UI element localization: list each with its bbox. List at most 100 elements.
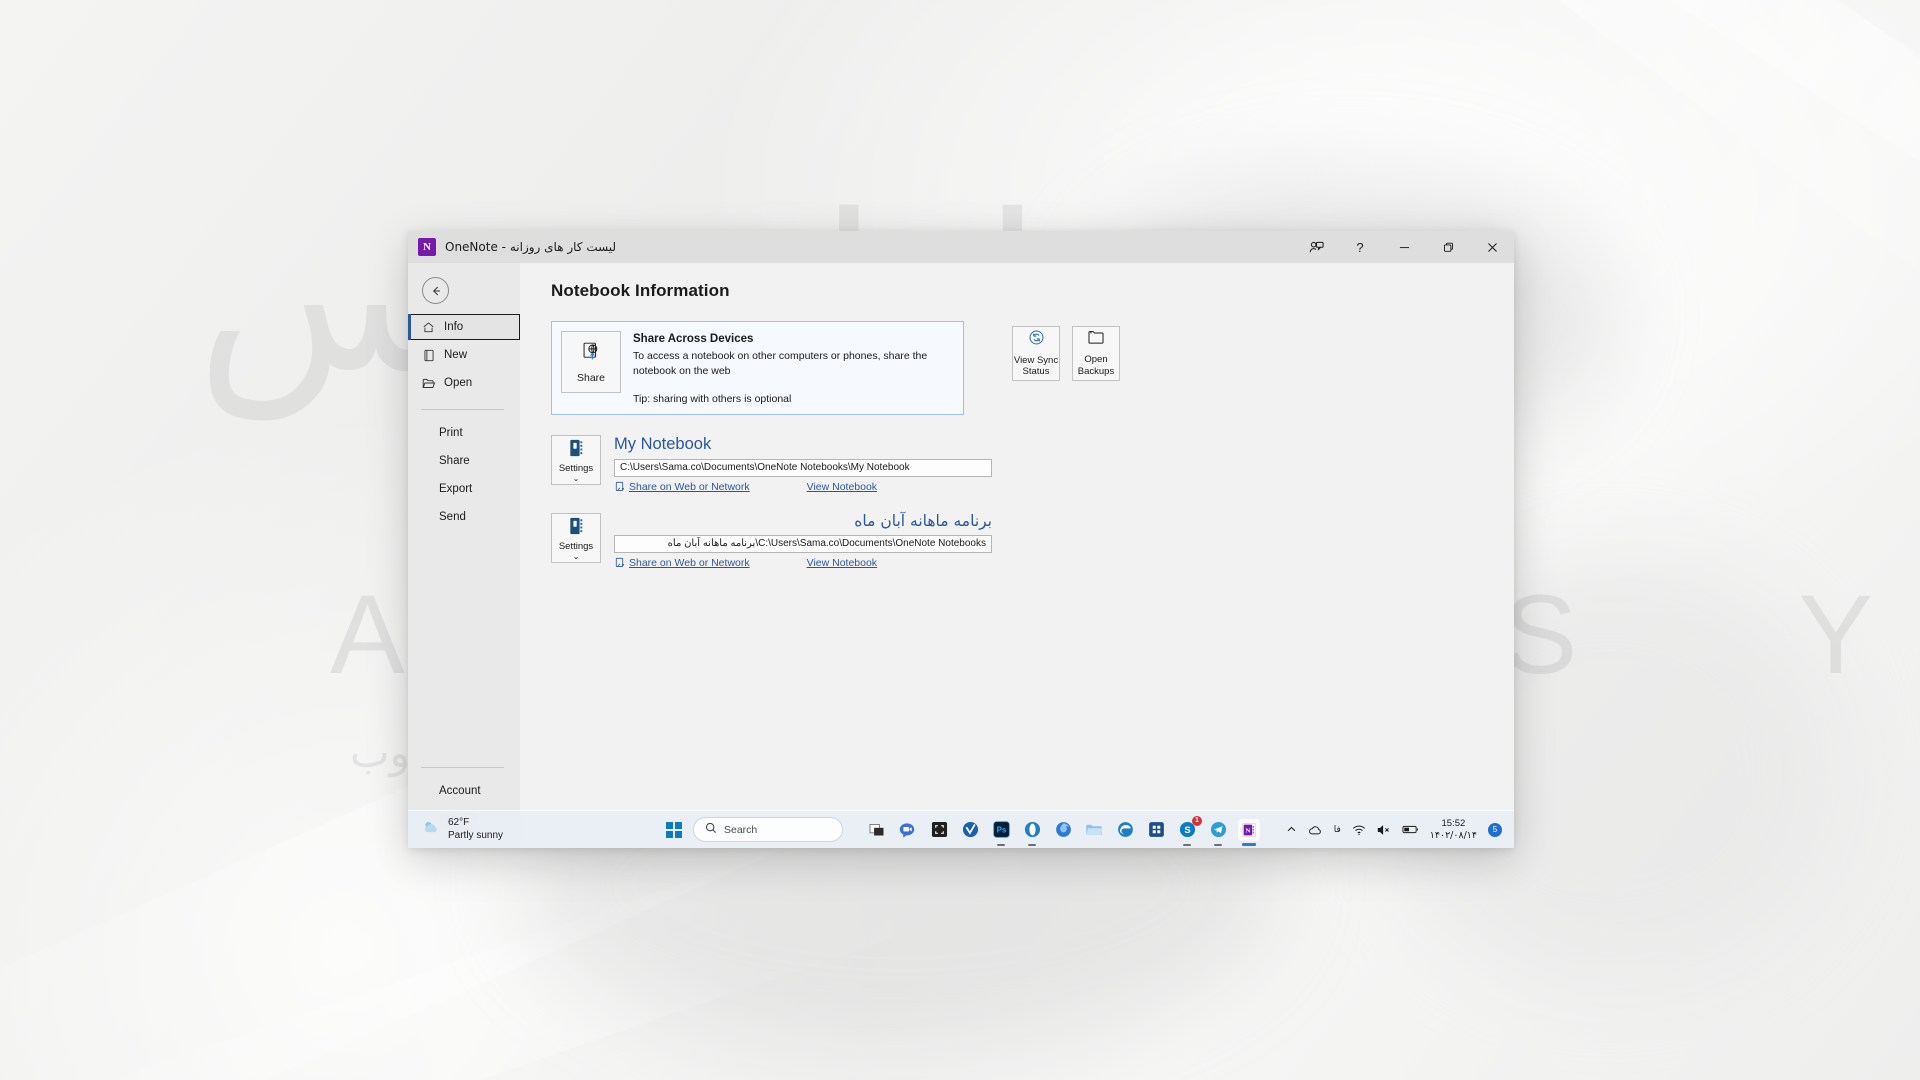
notebook-path-field[interactable]: C:\Users\Sama.co\Documents\OneNote Noteb…: [614, 458, 992, 477]
skype-icon[interactable]: S 1: [1176, 815, 1202, 841]
label-line-2: Status: [1022, 366, 1050, 378]
folder-open-icon: [421, 376, 436, 391]
start-button[interactable]: [662, 818, 686, 842]
notebook-settings-button[interactable]: Settings ⌄: [551, 512, 601, 563]
battery-icon[interactable]: [1402, 824, 1419, 835]
sync-icon: [1028, 329, 1045, 350]
share-on-web-link[interactable]: Share on Web or Network: [615, 481, 750, 493]
title-separator: -: [501, 240, 507, 254]
label-line-2: Backups: [1077, 365, 1115, 377]
notebook-row: Settings ⌄ My Notebook C:\Users\Sama.co\…: [551, 435, 1514, 493]
clock-time: 15:52: [1441, 817, 1466, 829]
taskbar: 62°F Partly sunny Search Ps S 1 N فا 15:…: [408, 810, 1514, 848]
v-app-icon[interactable]: [959, 819, 981, 841]
chevron-down-icon: ⌄: [572, 551, 580, 561]
svg-text:Ps: Ps: [996, 826, 1006, 835]
notebook-details: برنامه ماهانه آبان ماه C:\Users\Sama.co\…: [614, 511, 992, 569]
search-placeholder: Search: [724, 823, 758, 836]
view-notebook-link-label: View Notebook: [806, 480, 878, 493]
sidebar-item-share[interactable]: Share: [408, 448, 520, 474]
share-network-icon: [615, 481, 626, 492]
taskbar-center: Search Ps S 1 N: [662, 815, 1260, 842]
task-view-icon[interactable]: [866, 819, 888, 841]
top-row: Share Share Across Devices To access a n…: [551, 321, 1514, 416]
opera-icon[interactable]: [1021, 819, 1043, 841]
onenote-taskbar-icon[interactable]: N: [1238, 818, 1260, 841]
sidebar-item-open[interactable]: Open: [408, 370, 520, 396]
help-label: ?: [1356, 239, 1364, 255]
notebook-links: Share on Web or Network View Notebook: [614, 557, 992, 569]
clock[interactable]: 15:52 ۱۴۰۲/۰۸/۱۴: [1430, 818, 1477, 842]
sidebar-item-info[interactable]: Info: [408, 314, 520, 340]
taskbar-apps: Ps S 1 N: [866, 815, 1260, 841]
snip-tool-icon[interactable]: [928, 819, 950, 841]
sidebar-item-export[interactable]: Export: [408, 476, 520, 502]
view-notebook-link[interactable]: View Notebook: [807, 481, 877, 493]
view-sync-status-label: View Sync Status: [1014, 355, 1058, 379]
notebook-icon: [567, 516, 586, 539]
sidebar-item-label: Print: [439, 427, 463, 439]
restore-button[interactable]: [1426, 231, 1470, 263]
sidebar-item-label: Export: [439, 483, 473, 495]
share-button-label: Share: [576, 371, 606, 384]
notebook-settings-button[interactable]: Settings ⌄: [551, 435, 601, 486]
store-icon[interactable]: [1145, 819, 1167, 841]
page-title: Notebook Information: [551, 281, 730, 300]
label-line-1: Open: [1084, 354, 1108, 366]
view-notebook-link-label: View Notebook: [806, 556, 878, 569]
title-bar: N لیست کار های روزانه - OneNote ?: [408, 231, 1514, 263]
onenote-icon: N: [418, 238, 436, 256]
weather-widget[interactable]: 62°F Partly sunny: [422, 817, 503, 842]
view-notebook-link[interactable]: View Notebook: [807, 557, 877, 569]
close-button[interactable]: [1470, 231, 1514, 263]
notebook-settings-label: Settings: [558, 540, 594, 552]
view-sync-status-button[interactable]: View Sync Status: [1012, 326, 1060, 381]
share-button[interactable]: Share: [561, 331, 621, 393]
firefox-icon[interactable]: [1052, 819, 1074, 841]
notebook-name: My Notebook: [614, 435, 712, 454]
share-on-web-link-label: Share on Web or Network: [629, 556, 750, 569]
back-arrow-icon[interactable]: [422, 277, 449, 304]
telegram-icon[interactable]: [1207, 819, 1229, 841]
document-name: لیست کار های روزانه: [509, 240, 617, 254]
share-presence-icon[interactable]: [1294, 231, 1338, 263]
divider: [421, 767, 504, 768]
notebook-path-field[interactable]: C:\Users\Sama.co\Documents\OneNote Noteb…: [614, 534, 992, 553]
wifi-icon[interactable]: [1352, 824, 1366, 836]
system-tray: فا 15:52 ۱۴۰۲/۰۸/۱۴ 5: [1286, 818, 1514, 842]
help-button[interactable]: ?: [1338, 231, 1382, 263]
notification-badge: 1: [1192, 815, 1202, 826]
chevron-up-icon[interactable]: [1286, 824, 1297, 835]
clock-date: ۱۴۰۲/۰۸/۱۴: [1429, 829, 1477, 841]
sidebar-item-new[interactable]: New: [408, 342, 520, 368]
window-controls: ?: [1294, 231, 1514, 263]
edge-icon[interactable]: [1114, 819, 1136, 841]
label-line-1: View Sync: [1013, 354, 1059, 366]
share-card-text: Share Across Devices To access a noteboo…: [633, 331, 954, 405]
share-card-heading: Share Across Devices: [633, 333, 754, 345]
keyboard-layout-indicator[interactable]: فا: [1334, 825, 1341, 835]
cloud-icon[interactable]: [1308, 824, 1323, 836]
notebook-details: My Notebook C:\Users\Sama.co\Documents\O…: [614, 435, 992, 493]
minimize-button[interactable]: [1382, 231, 1426, 263]
sidebar-item-send[interactable]: Send: [408, 504, 520, 530]
notification-center-badge[interactable]: 5: [1488, 822, 1502, 837]
notebook-name: برنامه ماهانه آبان ماه: [854, 511, 992, 530]
share-network-icon: [615, 557, 626, 568]
sidebar-item-label: Send: [439, 511, 466, 523]
share-on-web-link[interactable]: Share on Web or Network: [615, 557, 750, 569]
file-explorer-icon[interactable]: [1083, 819, 1105, 841]
photoshop-icon[interactable]: Ps: [990, 819, 1012, 841]
desktop: ازارسیس A Z A R S Y S سرعت بی نهایت میزب…: [0, 0, 1920, 1080]
open-backups-button[interactable]: Open Backups: [1072, 326, 1120, 381]
volume-muted-icon[interactable]: [1377, 824, 1391, 836]
sidebar-item-print[interactable]: Print: [408, 420, 520, 446]
action-buttons: View Sync Status Open Backups: [1012, 321, 1120, 381]
search-input[interactable]: Search: [693, 817, 843, 842]
sidebar-item-account[interactable]: Account: [408, 778, 520, 804]
notebook-settings-label: Settings: [558, 463, 594, 475]
chat-icon[interactable]: [897, 819, 919, 841]
share-card-tip: Tip: sharing with others is optional: [633, 393, 792, 406]
notebook-icon: [567, 438, 586, 461]
home-icon: [421, 320, 436, 335]
